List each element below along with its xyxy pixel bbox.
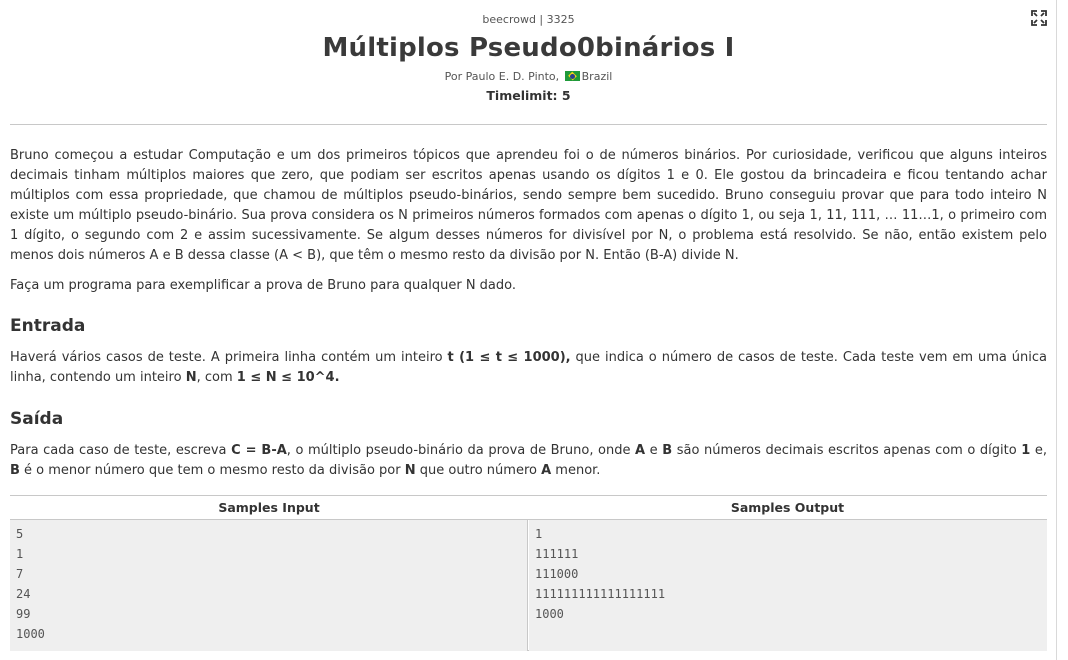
samples-output-cell[interactable]: 1 111111 111000 111111111111111111 1000 [529, 520, 1047, 651]
sample-output-line: 111111 [535, 547, 579, 561]
description-paragraph-2: Faça um programa para exemplificar a pro… [10, 278, 517, 293]
sample-input-line: 99 [16, 607, 31, 621]
sample-input-line: 1000 [16, 627, 45, 641]
input-heading: Entrada [10, 316, 86, 336]
problem-page: beecrowd | 3325 Múltiplos Pseudo0binário… [0, 0, 1057, 660]
samples-input-header: Samples Input [10, 496, 528, 520]
sample-output-line: 1000 [535, 607, 564, 621]
samples-input-cell[interactable]: 5 1 7 24 99 1000 [10, 520, 528, 651]
sample-input-line: 1 [16, 547, 24, 561]
input-description: Haverá vários casos de teste. A primeira… [10, 350, 1047, 385]
divider [10, 124, 1047, 125]
description-paragraph: Bruno começou a estudar Computação e um … [10, 148, 1047, 263]
sample-input-line: 24 [16, 587, 31, 601]
problem-source: beecrowd | 3325 [482, 13, 575, 26]
page-title: Múltiplos Pseudo0binários I [322, 33, 735, 63]
sample-input-line: 7 [16, 567, 24, 581]
sample-output-line: 111111111111111111 [535, 587, 666, 601]
author-name: Por Paulo E. D. Pinto, [444, 70, 560, 83]
output-heading: Saída [10, 409, 64, 429]
sample-input-line: 5 [16, 527, 24, 541]
problem-author: Por Paulo E. D. Pinto, Brazil [0, 70, 1057, 83]
timelimit: Timelimit: 5 [486, 88, 571, 103]
output-description: Para cada caso de teste, escreva C = B-A… [10, 443, 1048, 478]
samples-output-header: Samples Output [528, 496, 1047, 520]
brazil-flag-icon [564, 71, 580, 81]
author-country[interactable]: Brazil [582, 70, 613, 83]
sample-output-line: 111000 [535, 567, 579, 581]
samples-table: Samples Input Samples Output 5 1 7 24 99… [10, 495, 1047, 651]
sample-output-line: 1 [535, 527, 543, 541]
